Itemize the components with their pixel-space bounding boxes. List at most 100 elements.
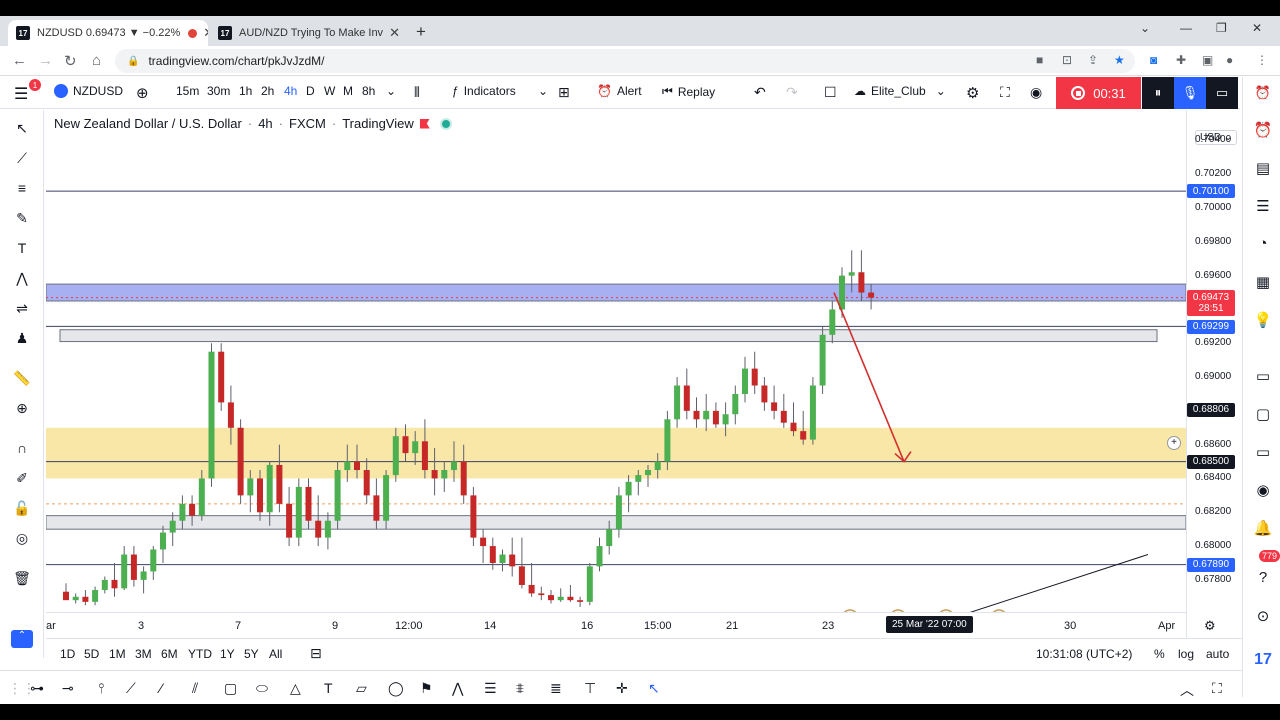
news-icon[interactable]: ☰ xyxy=(1252,197,1274,215)
alarm-clock-icon[interactable]: ⏰ xyxy=(1252,121,1274,139)
person-icon[interactable]: ♟ xyxy=(11,330,33,347)
scale-settings-icon[interactable]: ⚙ xyxy=(1204,618,1216,634)
clock-timezone[interactable]: 10:31:08 (UTC+2) xyxy=(1036,647,1132,661)
range-ytd[interactable]: YTD xyxy=(188,647,212,661)
close-window-icon[interactable]: ✕ xyxy=(1252,21,1262,35)
fullscreen-icon[interactable]: ⛶ xyxy=(1000,84,1010,101)
fib-icon[interactable]: ≡ xyxy=(11,180,33,196)
compare-add-icon[interactable]: ⊕ xyxy=(136,84,149,102)
range-5d[interactable]: 5D xyxy=(84,647,99,661)
pattern-tool-icon[interactable]: ⋀ xyxy=(452,680,463,697)
vertical-line-icon[interactable]: ⫯ xyxy=(98,680,104,697)
gann-icon[interactable]: ≣ xyxy=(550,680,562,697)
interval-dropdown-icon[interactable]: ⌄ xyxy=(386,84,396,98)
lock-drawings-icon[interactable]: 🔓 xyxy=(11,500,33,517)
watchlist-icon[interactable]: ⏰ xyxy=(1252,85,1274,101)
browser-tab-nzdusd[interactable]: 17 NZDUSD 0.69473 ▼ −0.22% ✕ xyxy=(8,20,208,46)
trend-line-icon[interactable]: ⟋ xyxy=(11,150,33,167)
recording-indicator[interactable]: 00:31 xyxy=(1056,77,1141,109)
home-icon[interactable]: ⌂ xyxy=(92,52,101,69)
range-3m[interactable]: 3M xyxy=(135,647,152,661)
chart-pane[interactable]: New Zealand Dollar / U.S. Dollar · 4h · … xyxy=(46,110,1186,612)
interval-d[interactable]: D xyxy=(306,84,315,98)
ruler-icon[interactable]: 📏 xyxy=(11,370,33,387)
alert-button[interactable]: ⏰ Alert xyxy=(597,84,642,98)
magnet-icon[interactable]: ∩ xyxy=(11,440,33,456)
streams-icon[interactable]: ▢ xyxy=(1252,405,1274,423)
pause-button[interactable]: ⏸ xyxy=(1142,77,1174,109)
callout-tool-icon[interactable]: ▱ xyxy=(356,680,367,697)
notifications-icon[interactable]: 🔔 xyxy=(1252,519,1274,537)
range-1y[interactable]: 1Y xyxy=(220,647,235,661)
ray-tool-icon[interactable]: ⁄ xyxy=(160,680,162,696)
interval-2h[interactable]: 2h xyxy=(261,84,274,98)
comment-tool-icon[interactable]: ◯ xyxy=(388,680,404,697)
hotlist-icon[interactable]: ◔ xyxy=(1252,235,1274,252)
close-tab-icon[interactable]: ✕ xyxy=(383,25,400,41)
forward-icon[interactable]: → xyxy=(38,52,53,69)
brush-icon[interactable]: ✎ xyxy=(11,210,33,227)
horizontal-ray-icon[interactable]: ⊶ xyxy=(30,680,44,697)
range-6m[interactable]: 6M xyxy=(161,647,178,661)
help-question-icon[interactable]: ? xyxy=(1252,569,1274,586)
interval-8h[interactable]: 8h xyxy=(362,84,375,98)
new-tab-icon[interactable]: + xyxy=(416,22,426,42)
help-icon[interactable]: ⊙ xyxy=(1252,607,1274,625)
time-scale[interactable]: ar 3 7 9 12:00 14 16 15:00 21 23 30 Apr 25 Mar '22 … xyxy=(46,612,1216,638)
layout-name-button[interactable]: ☁ Elite_Club ⌄ xyxy=(854,84,946,98)
chat-icon[interactable]: ▭ xyxy=(1252,367,1274,385)
camera-icon[interactable]: ■ xyxy=(1036,53,1043,67)
indicators-dropdown-icon[interactable]: ⌄ xyxy=(538,84,548,98)
camera-toggle-button[interactable]: ▭ xyxy=(1206,77,1238,109)
price-scale[interactable]: USD ⌄ 0.70400 0.70200 0.70000 0.69800 0.6960… xyxy=(1186,110,1242,638)
price-chart[interactable] xyxy=(46,110,1186,612)
calendar-icon[interactable]: ▦ xyxy=(1252,273,1274,291)
sidepanel-icon[interactable]: ▣ xyxy=(1202,53,1213,67)
settings-gear-icon[interactable]: ⚙ xyxy=(966,84,979,102)
replay-button[interactable]: ⏮ Replay xyxy=(662,84,715,99)
zoom-icon[interactable]: ⊕ xyxy=(11,400,33,417)
auto-toggle[interactable]: auto xyxy=(1206,647,1229,661)
interval-w[interactable]: W xyxy=(324,84,335,98)
range-1d[interactable]: 1D xyxy=(60,647,75,661)
bookmark-star-icon[interactable]: ★ xyxy=(1114,53,1125,67)
maximize-icon[interactable]: ❐ xyxy=(1216,21,1227,35)
candle-type-icon[interactable]: ⫴ xyxy=(414,84,420,101)
log-toggle[interactable]: log xyxy=(1178,647,1194,661)
percent-toggle[interactable]: % xyxy=(1154,647,1165,661)
indicators-button[interactable]: ƒ Indicators xyxy=(452,84,516,98)
redo-icon[interactable]: ↷ xyxy=(786,84,798,101)
undo-icon[interactable]: ↶ xyxy=(754,84,766,101)
stay-drawing-icon[interactable]: ✐ xyxy=(11,470,33,487)
fib-extension-icon[interactable]: ⩨ xyxy=(516,680,524,697)
translate-icon[interactable]: ⊡ xyxy=(1062,53,1072,67)
symbol-search-button[interactable]: NZDUSD xyxy=(54,84,123,98)
interval-1h[interactable]: 1h xyxy=(239,84,252,98)
collapse-chevron-up-icon[interactable]: ︿ xyxy=(1180,680,1194,700)
broadcast-icon[interactable]: ◉ xyxy=(1252,481,1274,499)
crosshair-add-icon[interactable]: + xyxy=(1167,436,1181,450)
range-5y[interactable]: 5Y xyxy=(244,647,259,661)
crosshair-tool-icon[interactable]: ✛ xyxy=(616,680,628,697)
layout-grid-icon[interactable]: ⊞ xyxy=(558,84,570,101)
rectangle-select-icon[interactable]: ☐ xyxy=(824,84,837,101)
avatar[interactable]: ● xyxy=(1226,53,1233,67)
cursor-tool-icon[interactable]: ↖ xyxy=(648,680,660,697)
trendline-tool-icon[interactable]: ⟋ xyxy=(126,680,136,697)
data-window-icon[interactable]: ▤ xyxy=(1252,159,1274,177)
flag-tool-icon[interactable]: ⚑ xyxy=(420,680,433,697)
horizontal-line-icon[interactable]: ⊸ xyxy=(62,680,74,697)
url-input[interactable]: 🔒 tradingview.com/chart/pkJvJzdM/ xyxy=(115,49,1135,73)
text-tool-icon[interactable]: T xyxy=(324,680,333,696)
range-1m[interactable]: 1M xyxy=(109,647,126,661)
interval-30m[interactable]: 30m xyxy=(207,84,230,98)
hide-icon[interactable]: ◎ xyxy=(11,530,33,547)
share-icon[interactable]: ⇪ xyxy=(1088,53,1098,67)
parallel-channel-icon[interactable]: ⫽ xyxy=(192,680,198,697)
interval-15m[interactable]: 15m xyxy=(176,84,199,98)
reload-icon[interactable]: ↻ xyxy=(64,52,77,70)
ellipse-tool-icon[interactable]: ⬭ xyxy=(256,680,268,697)
fib-retracement-icon[interactable]: ☰ xyxy=(484,680,497,697)
ideas-lightbulb-icon[interactable]: 💡 xyxy=(1252,311,1274,329)
pattern-icon[interactable]: ⋀ xyxy=(11,270,33,287)
